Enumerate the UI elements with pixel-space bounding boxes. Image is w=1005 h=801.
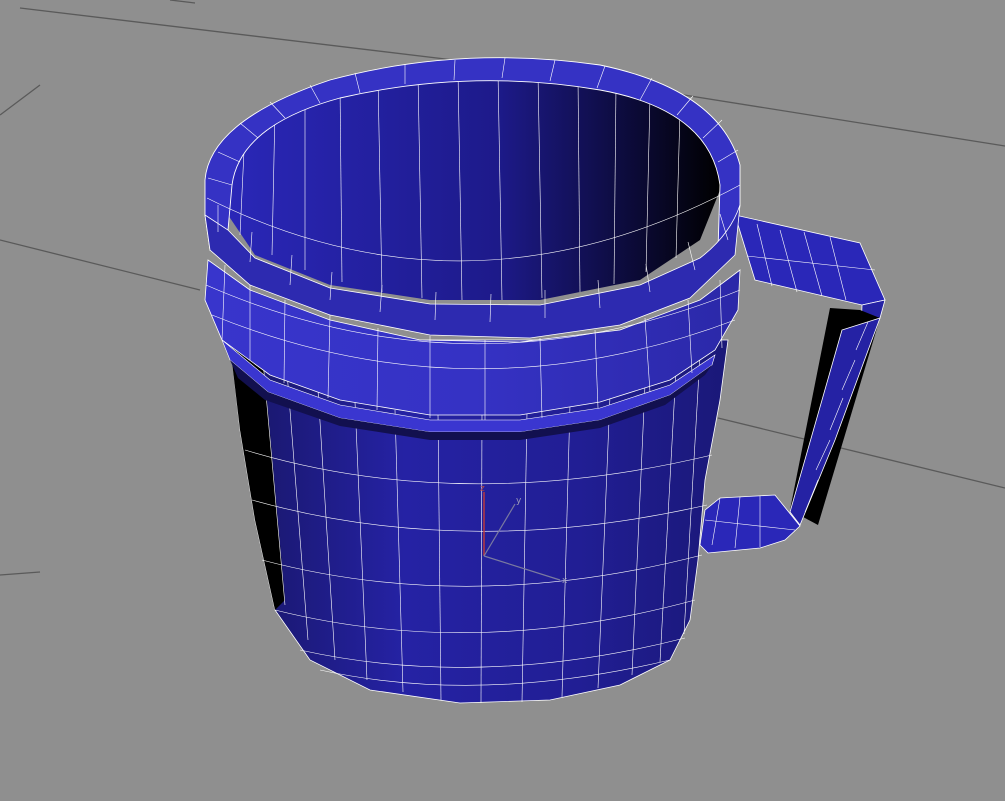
- y-axis-label: y: [516, 496, 522, 506]
- mug-handle[interactable]: [699, 214, 886, 554]
- perspective-viewport[interactable]: z y x: [0, 0, 1005, 801]
- scene-canvas[interactable]: z y x: [0, 0, 1005, 801]
- z-axis-label: z: [480, 484, 485, 494]
- x-axis-label: x: [562, 576, 568, 586]
